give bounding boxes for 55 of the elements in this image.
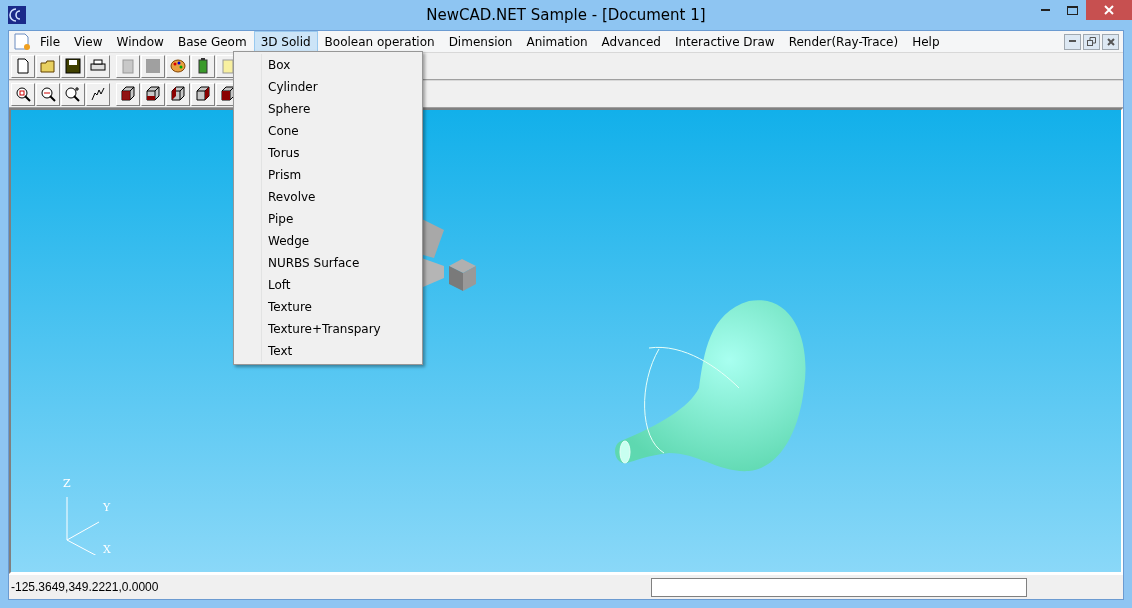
cube-icon[interactable]	[116, 82, 140, 106]
square-icon[interactable]	[141, 54, 165, 78]
cube-icon[interactable]	[166, 82, 190, 106]
app-logo-icon	[8, 6, 26, 24]
window-title: NewCAD.NET Sample - [Document 1]	[426, 6, 706, 24]
coordinates-readout: -125.3649,349.2221,0.0000	[11, 580, 159, 594]
minimize-button[interactable]	[1064, 33, 1081, 50]
battery-icon[interactable]	[191, 54, 215, 78]
menu-option[interactable]: Prism	[234, 164, 422, 186]
menu-option[interactable]: Pipe	[234, 208, 422, 230]
zoom-icon[interactable]	[61, 82, 85, 106]
menu-option[interactable]: NURBS Surface	[234, 252, 422, 274]
menu-item[interactable]: View	[67, 31, 110, 52]
minimize-icon	[1041, 8, 1050, 12]
menu-item[interactable]: Render(Ray-Trace)	[781, 31, 906, 52]
menu-item[interactable]: Boolean operation	[317, 31, 442, 52]
menu-option[interactable]: Torus	[234, 142, 422, 164]
menu-option[interactable]: Loft	[234, 274, 422, 296]
menu-item[interactable]: 3D Solid	[253, 31, 318, 52]
close-button[interactable]	[1102, 33, 1119, 50]
open-folder-icon[interactable]	[36, 54, 60, 78]
menu-option[interactable]: Wedge	[234, 230, 422, 252]
menu-item[interactable]: Base Geom	[170, 31, 254, 52]
printer-icon[interactable]	[86, 54, 110, 78]
axis-triad-drawing: Z Y X	[51, 475, 121, 555]
maximize-icon	[1067, 5, 1078, 15]
cube-drawing	[448, 258, 478, 292]
restore-icon	[1087, 37, 1096, 46]
new-file-icon[interactable]	[11, 54, 35, 78]
close-icon	[1104, 5, 1114, 15]
menu-option[interactable]: Cone	[234, 120, 422, 142]
restore-button[interactable]	[1083, 33, 1100, 50]
menu-item[interactable]: Dimension	[441, 31, 520, 52]
cube-icon[interactable]	[191, 82, 215, 106]
menu-item[interactable]: File	[33, 31, 68, 52]
menu-item[interactable]: Help	[905, 31, 947, 52]
menu-option[interactable]: Texture	[234, 296, 422, 318]
minimize-icon	[1069, 40, 1076, 43]
menu-option[interactable]: Box	[234, 54, 422, 76]
save-icon[interactable]	[61, 54, 85, 78]
zoom-icon[interactable]	[11, 82, 35, 106]
menu-option[interactable]: Revolve	[234, 186, 422, 208]
close-icon	[1106, 37, 1115, 46]
menu-item[interactable]: Window	[109, 31, 171, 52]
menu-item[interactable]: Animation	[519, 31, 595, 52]
cube-icon[interactable]	[141, 82, 165, 106]
menu-item[interactable]: Advanced	[594, 31, 668, 52]
palette-icon[interactable]	[166, 54, 190, 78]
menu-option[interactable]: Text	[234, 340, 422, 362]
menu-item[interactable]: Interactive Draw	[667, 31, 782, 52]
menu-option[interactable]: Cylinder	[234, 76, 422, 98]
zoom-icon[interactable]	[36, 82, 60, 106]
close-button[interactable]	[1086, 0, 1132, 20]
clipboard-icon[interactable]	[116, 54, 140, 78]
menu-option[interactable]: Texture+Transpary	[234, 318, 422, 340]
